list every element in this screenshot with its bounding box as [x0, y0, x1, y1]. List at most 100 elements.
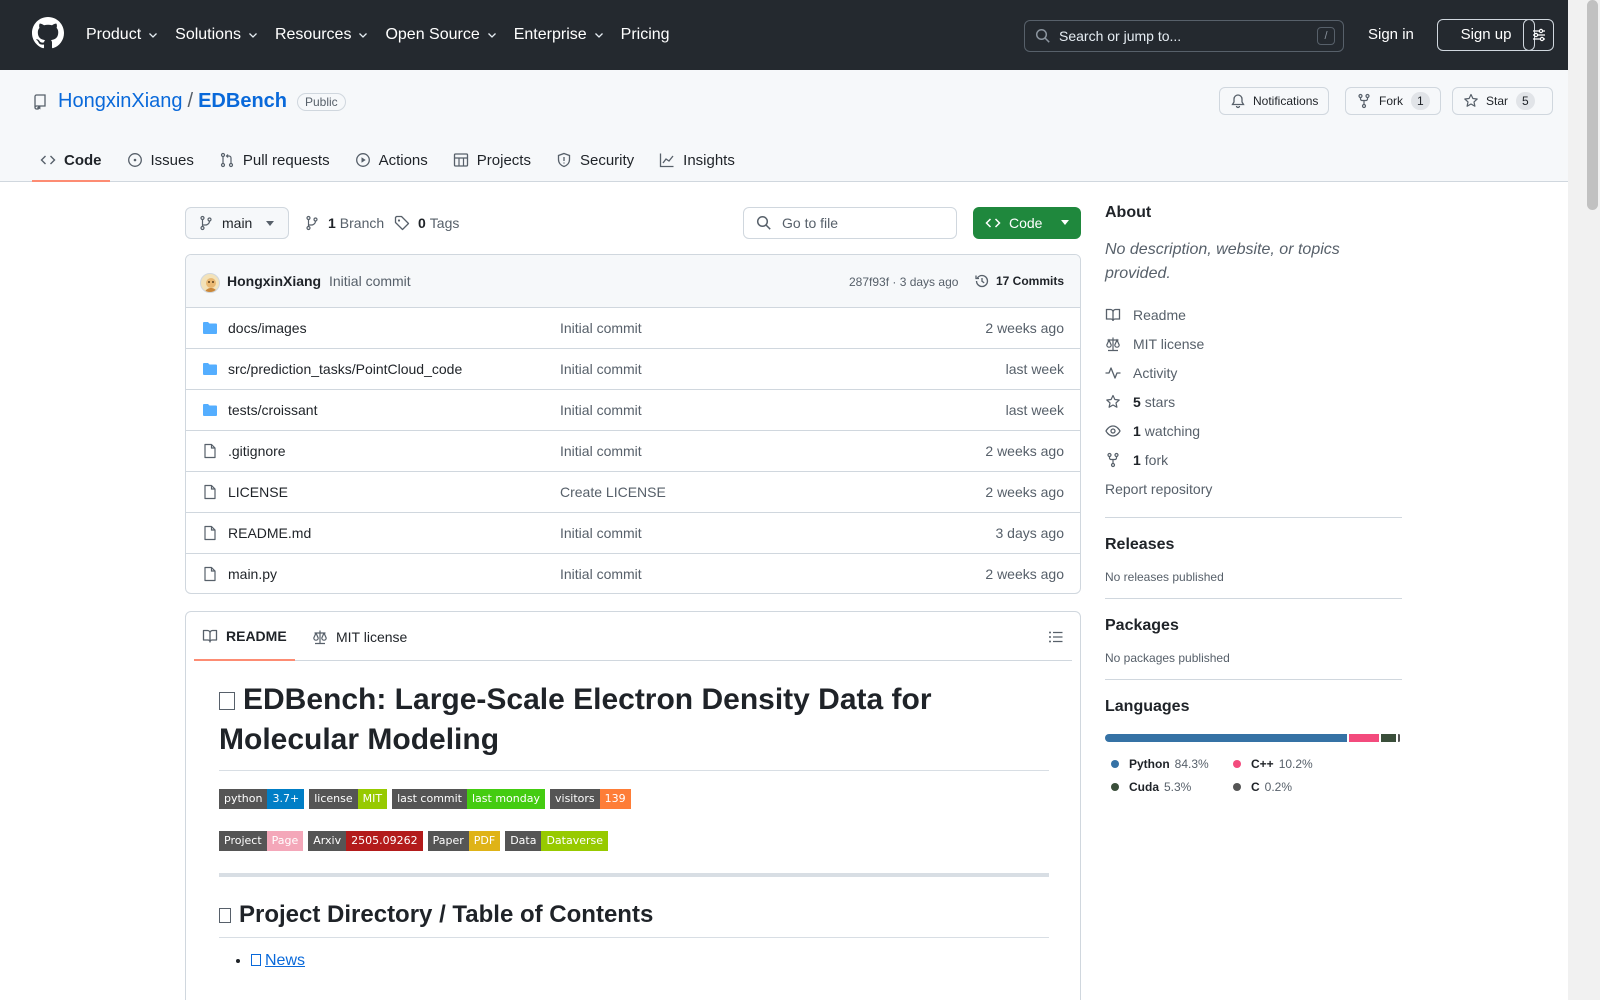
packages-heading[interactable]: Packages	[1105, 617, 1402, 635]
nav-resources[interactable]: Resources	[275, 26, 369, 44]
readme-link[interactable]: Readme	[1105, 300, 1402, 329]
tab-label: Insights	[683, 151, 735, 169]
tab-license[interactable]: MIT license	[304, 612, 415, 661]
nav-solutions[interactable]: Solutions	[175, 26, 259, 44]
search-icon	[756, 215, 771, 230]
tab-code[interactable]: Code	[32, 140, 110, 182]
commit-sha-time[interactable]: 287f93f · 3 days ago	[849, 275, 958, 289]
tab-readme[interactable]: README	[194, 612, 295, 661]
language-item[interactable]: Python 84.3%	[1105, 752, 1227, 775]
branch-selector[interactable]: main	[185, 207, 289, 239]
file-icon	[202, 566, 218, 582]
tab-issues[interactable]: Issues	[119, 140, 202, 180]
star-button[interactable]: Star 5	[1452, 87, 1553, 115]
watchers-count: 1	[1133, 422, 1141, 439]
page-scrollbar[interactable]	[1568, 0, 1600, 1000]
tab-pull-requests[interactable]: Pull requests	[211, 140, 338, 180]
law-icon	[1106, 337, 1120, 351]
file-name-link[interactable]: src/prediction_tasks/PointCloud_code	[228, 361, 462, 377]
file-name-link[interactable]: LICENSE	[228, 484, 288, 500]
command-palette-button[interactable]	[1523, 19, 1554, 51]
file-commit-message-link[interactable]: Initial commit	[560, 402, 642, 418]
languages-heading: Languages	[1105, 698, 1190, 715]
repo-name-link[interactable]: EDBench	[198, 90, 287, 113]
badge-label: Data	[505, 831, 542, 851]
readme-tabs: README MIT license	[194, 612, 1072, 661]
language-item[interactable]: C 0.2%	[1227, 775, 1349, 798]
badge[interactable]: python 3.7+	[219, 789, 305, 809]
commit-message-link[interactable]: Initial commit	[329, 273, 411, 289]
toc-link[interactable]: News	[251, 952, 305, 969]
file-commit-message-link[interactable]: Initial commit	[560, 525, 642, 541]
file-name-link[interactable]: main.py	[228, 566, 277, 582]
nav-product[interactable]: Product	[86, 26, 159, 44]
table-row[interactable]: LICENSE Create LICENSE 2 weeks ago	[186, 472, 1080, 513]
language-item[interactable]: C++ 10.2%	[1227, 752, 1349, 775]
badge[interactable]: Project Page	[219, 831, 304, 851]
releases-heading[interactable]: Releases	[1105, 536, 1402, 554]
commits-history-link[interactable]: 17 Commits	[974, 273, 1064, 289]
file-name-link[interactable]: .gitignore	[228, 443, 286, 459]
tags-link[interactable]: 0 Tags	[394, 215, 459, 231]
table-row[interactable]: main.py Initial commit 2 weeks ago	[186, 554, 1080, 593]
global-header: Product Solutions Resources Open Source …	[0, 0, 1568, 70]
tab-label: Pull requests	[242, 151, 330, 169]
table-row[interactable]: README.md Initial commit 3 days ago	[186, 513, 1080, 554]
tab-security[interactable]: Security	[548, 140, 642, 180]
language-item[interactable]: Cuda 5.3%	[1105, 775, 1227, 798]
stars-link[interactable]: 5 stars	[1105, 387, 1402, 416]
go-to-file-input[interactable]: Go to file	[743, 207, 957, 239]
forks-link[interactable]: 1 fork	[1105, 445, 1402, 474]
table-row[interactable]: tests/croissant Initial commit last week	[186, 390, 1080, 431]
file-commit-message-link[interactable]: Create LICENSE	[560, 484, 666, 500]
list-icon[interactable]	[1048, 629, 1064, 645]
table-row[interactable]: src/prediction_tasks/PointCloud_code Init…	[186, 349, 1080, 390]
file-commit-message-link[interactable]: Initial commit	[560, 361, 642, 377]
file-name-link[interactable]: docs/images	[228, 320, 307, 336]
global-search-input[interactable]: Search or jump to... /	[1024, 20, 1344, 52]
badge[interactable]: Data Dataverse	[505, 831, 609, 851]
github-logo-icon[interactable]	[32, 17, 64, 49]
watchers-link[interactable]: 1 watching	[1105, 416, 1402, 445]
file-commit-message-link[interactable]: Initial commit	[560, 320, 642, 336]
license-link[interactable]: MIT license	[1105, 329, 1402, 358]
scrollbar-thumb[interactable]	[1587, 0, 1598, 210]
table-row[interactable]: docs/images Initial commit 2 weeks ago	[186, 308, 1080, 349]
avatar[interactable]	[200, 273, 220, 293]
repo-owner-link[interactable]: HongxinXiang	[58, 90, 183, 113]
notifications-button[interactable]: Notifications	[1219, 87, 1330, 115]
badge[interactable]: Paper PDF	[427, 831, 501, 851]
badge[interactable]: last commit last monday	[392, 789, 545, 809]
language-percent: 5.3%	[1164, 779, 1192, 794]
chevron-down-icon	[359, 33, 368, 38]
badge[interactable]: visitors 139	[550, 789, 631, 809]
sign-up-button[interactable]: Sign up	[1437, 19, 1535, 51]
badge-value: Dataverse	[541, 831, 609, 851]
code-dropdown-button[interactable]: Code	[973, 207, 1081, 239]
tab-insights[interactable]: Insights	[651, 140, 743, 180]
tab-actions[interactable]: Actions	[347, 140, 436, 180]
branches-link[interactable]: 1 Branch	[304, 215, 384, 231]
nav-pricing[interactable]: Pricing	[621, 26, 670, 44]
side-label: watching	[1144, 422, 1201, 439]
tab-projects[interactable]: Projects	[445, 140, 539, 180]
repo-header: HongxinXiang / EDBench Public Notificati…	[0, 70, 1568, 182]
badge[interactable]: license MIT	[309, 789, 388, 809]
nav-open-source[interactable]: Open Source	[385, 26, 497, 44]
file-commit-message-link[interactable]: Initial commit	[560, 566, 642, 582]
table-row[interactable]: .gitignore Initial commit 2 weeks ago	[186, 431, 1080, 472]
file-name-link[interactable]: README.md	[228, 525, 311, 541]
language-name: Cuda	[1129, 779, 1159, 794]
file-commit-message-link[interactable]: Initial commit	[560, 443, 642, 459]
commit-author-link[interactable]: HongxinXiang	[227, 273, 321, 289]
file-name-link[interactable]: tests/croissant	[228, 402, 317, 418]
go-to-file-placeholder: Go to file	[782, 215, 839, 231]
language-dot-icon	[1233, 759, 1241, 768]
nav-enterprise[interactable]: Enterprise	[514, 26, 605, 44]
fork-button[interactable]: Fork 1	[1345, 87, 1441, 115]
report-repository-link[interactable]: Report repository	[1105, 474, 1402, 503]
badge[interactable]: Arxiv 2505.09262	[308, 831, 423, 851]
sign-in-link[interactable]: Sign in	[1368, 26, 1414, 43]
stars-count: 5	[1133, 393, 1141, 410]
activity-link[interactable]: Activity	[1105, 358, 1402, 387]
